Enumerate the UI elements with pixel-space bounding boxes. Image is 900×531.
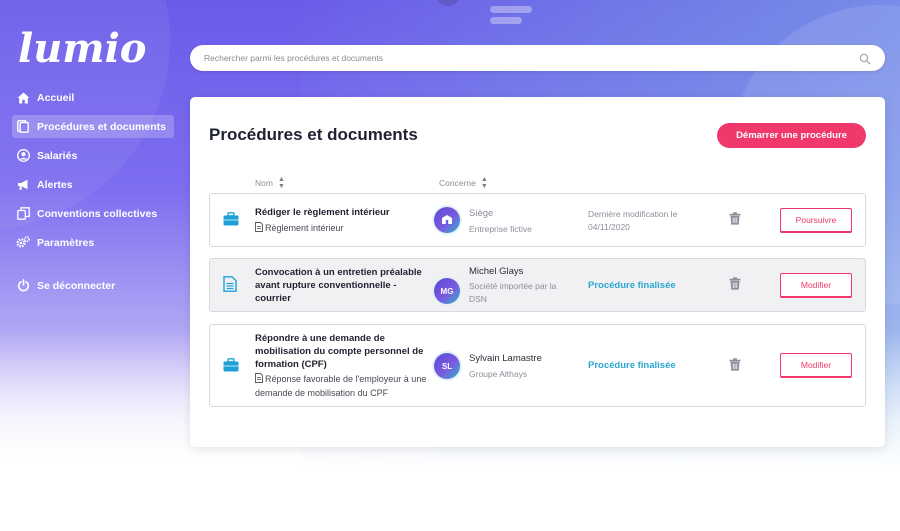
procedure-subtitle: Règlement intérieur [255,222,430,236]
decorative-bar [490,17,522,24]
sidebar-item-procedures[interactable]: Procédures et documents [12,115,174,138]
modify-button[interactable]: Modifier [780,353,852,378]
user-circle-icon [16,149,30,163]
sidebar-item-label: Accueil [37,91,75,104]
search-icon[interactable] [859,52,871,65]
sidebar-item-conventions[interactable]: Conventions collectives [12,202,174,225]
sidebar-item-label: Salariés [37,149,78,162]
svg-text:lumio: lumio [18,25,146,72]
building-icon [441,214,453,227]
sort-icon: ▲ ▼ [277,176,285,190]
sidebar-item-parametres[interactable]: Paramètres [12,231,174,254]
briefcase-icon [223,358,239,374]
status-text: Procédure finalisée [588,280,676,291]
logout-button[interactable]: Se déconnecter [12,274,174,297]
procedure-title: Répondre à une demande de mobilisation d… [255,333,424,370]
sidebar-nav: Accueil Procédures et documents Salariés… [12,86,174,303]
concerne-org: Groupe Althays [469,369,528,379]
modify-button[interactable]: Modifier [780,273,852,298]
procedure-title: Rédiger le règlement intérieur [255,207,390,218]
documents-icon [16,120,30,134]
column-header-label: Nom [255,178,273,188]
decorative-bar [490,6,532,13]
document-icon [223,276,239,292]
megaphone-icon [16,178,30,192]
logo-wordmark: lumio [18,25,146,72]
sidebar-item-label: Procédures et documents [37,120,166,133]
power-icon [16,279,30,293]
document-icon [255,222,263,236]
sort-icon: ▲ ▼ [480,176,488,190]
search-bar [190,45,885,71]
procedures-card: Procédures et documents Démarrer une pro… [190,97,885,447]
trash-icon[interactable] [729,277,743,291]
sidebar-item-label: Alertes [37,178,73,191]
avatar [434,207,460,233]
sidebar-item-label: Conventions collectives [37,207,158,220]
lumio-logo[interactable]: lumio [18,22,148,74]
document-icon [255,373,263,387]
procedure-subtitle-text: Règlement intérieur [265,223,344,233]
search-input[interactable] [204,53,859,63]
avatar: MG [434,278,460,304]
last-modified-date: 04/11/2020 [588,222,630,232]
concerne-org: Société importée par la DSN [469,281,557,304]
sidebar-item-alertes[interactable]: Alertes [12,173,174,196]
table-row[interactable]: Répondre à une demande de mobilisation d… [209,324,866,407]
procedure-subtitle: Réponse favorable de l'employeur à une d… [255,373,430,399]
home-icon [16,91,30,105]
concerne-org: Entreprise fictive [469,224,532,234]
last-modified: Dernière modification le 04/11/2020 [588,208,677,234]
status-text: Procédure finalisée [588,360,676,371]
sidebar-item-label: Paramètres [37,236,95,249]
trash-icon[interactable] [729,358,743,372]
column-header-nom[interactable]: Nom ▲ ▼ [255,176,285,190]
sidebar-item-salaries[interactable]: Salariés [12,144,174,167]
table-row[interactable]: Convocation à un entretien préalable ava… [209,258,866,312]
page-title: Procédures et documents [209,125,418,144]
concerne-name: Siège [469,208,494,219]
procedure-subtitle-text: Réponse favorable de l'employeur à une d… [255,374,427,398]
column-header-concerne[interactable]: Concerne ▲ ▼ [439,176,488,190]
concerne-name: Sylvain Lamastre [469,353,542,364]
logout-label: Se déconnecter [37,279,116,292]
trash-icon[interactable] [729,212,743,226]
copy-icon [16,207,30,221]
table-row[interactable]: Rédiger le règlement intérieur Règlement… [209,193,866,247]
concerne-name: Michel Glays [469,266,524,277]
last-modified-label: Dernière modification le [588,209,678,219]
start-procedure-button[interactable]: Démarrer une procédure [717,123,866,148]
column-header-label: Concerne [439,178,476,188]
procedure-title: Convocation à un entretien préalable ava… [255,267,422,304]
sidebar-item-accueil[interactable]: Accueil [12,86,174,109]
avatar: SL [434,353,460,379]
continue-button[interactable]: Poursuivre [780,208,852,233]
gears-icon [16,236,30,250]
briefcase-icon [223,212,239,228]
